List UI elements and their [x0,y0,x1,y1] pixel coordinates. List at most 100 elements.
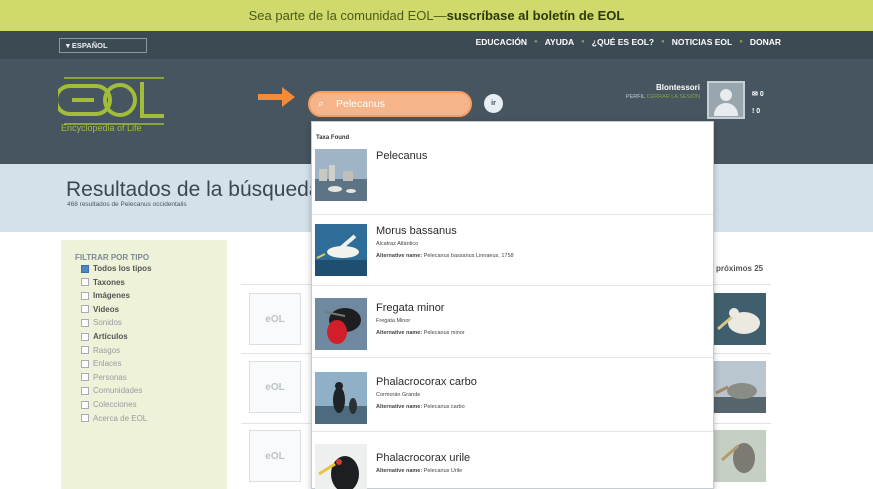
avatar[interactable] [707,81,745,119]
logout-link[interactable]: CERRAR LA SESIÓN [647,94,701,100]
filter-option[interactable]: Colecciones [81,400,137,409]
nav-links: EDUCACIÓN ● AYUDA ● ¿QUÉ ES EOL? ● NOTIC… [476,37,781,47]
alt-name-value: Pelecanus bassanus Linnaeus, 1758 [423,253,514,259]
alt-name-label: Alternative name: [376,468,423,474]
filter-option[interactable]: Todos los tipos [81,264,152,273]
nav-separator: ● [534,39,538,45]
nav-link-donate[interactable]: DONAR [750,37,781,47]
suggestion-item[interactable]: Phalacrocorax urile Alternative name: Pe… [312,438,713,489]
suggestion-item[interactable]: Phalacrocorax carbo Cormorán Grande Alte… [312,364,713,432]
profile-link[interactable]: PERFIL [626,94,645,100]
filter-option[interactable]: Imágenes [81,291,130,300]
alt-name-label: Alternative name: [376,330,423,336]
filter-checkbox[interactable] [81,346,89,355]
filter-option[interactable]: Enlaces [81,359,121,368]
filter-label: Personas [93,372,127,382]
suggestion-common-name: Cormorán Grande [376,392,421,398]
search-value[interactable]: Pelecanus [336,98,385,110]
user-name[interactable]: Blontessori [580,83,700,92]
nav-link-education[interactable]: EDUCACIÓN [476,37,527,47]
filter-label: Videos [93,304,120,314]
language-selector[interactable]: ▾ ESPAÑOL [59,38,147,53]
suggestion-alt-name: Alternative name: Pelecanus minor [376,330,465,336]
alt-name-value: Pelecanus carbo [423,404,465,410]
filter-option[interactable]: Sonidos [81,318,122,327]
filter-checkbox[interactable] [81,305,89,314]
suggestion-name: Phalacrocorax carbo [376,376,477,388]
filter-option[interactable]: Comunidades [81,386,142,395]
suggestion-item[interactable]: Pelecanus [312,145,713,207]
next-page-link[interactable]: próximos 25 [716,264,763,273]
result-placeholder-logo[interactable]: eOL [249,361,301,413]
filter-label: Enlaces [93,359,122,369]
search-button[interactable]: ir [484,94,503,113]
suggestion-alt-name: Alternative name: Pelecanus bassanus Lin… [376,253,514,259]
filter-label: Colecciones [93,400,137,409]
alt-name-label: Alternative name: [376,253,423,259]
newsletter-link[interactable]: suscríbase al boletín de EOL [447,8,625,23]
suggestion-common-name: Fregata Minor [376,318,411,324]
filter-option[interactable]: Videos [81,305,119,314]
nav-link-news[interactable]: NOTICIAS EOL [672,37,732,47]
filter-checkbox[interactable] [81,291,89,300]
search-autocomplete-dropdown: Taxa Found Pelecanus Morus bassanus Alca… [311,121,714,489]
alt-name-value: Pelecanus Urile [423,468,463,474]
filter-checkbox[interactable] [81,414,89,423]
results-count: 468 resultados de Pelecanus occidentalis [67,201,187,208]
suggestion-thumbnail [315,298,367,350]
nav-link-about[interactable]: ¿QUÉ ES EOL? [592,37,654,47]
filter-checkbox[interactable] [81,400,89,409]
filter-checkbox[interactable] [81,318,89,327]
suggestion-name: Morus bassanus [376,225,457,237]
top-navigation: ▾ ESPAÑOL EDUCACIÓN ● AYUDA ● ¿QUÉ ES EO… [0,31,873,59]
filter-checkbox[interactable] [81,373,89,382]
filter-label: Taxones [93,277,125,287]
filter-checkbox[interactable] [81,278,89,287]
result-thumbnail[interactable] [714,430,766,482]
alerts-count[interactable]: ! 0 [752,103,764,120]
filter-checkbox[interactable] [81,386,89,395]
filter-option[interactable]: Taxones [81,278,125,287]
filter-option[interactable]: Personas [81,373,127,382]
eol-logo[interactable] [58,74,168,146]
filter-label: Artículos [93,332,128,341]
nav-link-help[interactable]: AYUDA [545,37,574,47]
nav-separator: ● [739,39,743,45]
dropdown-section-title: Taxa Found [316,135,350,141]
divider [312,214,713,215]
suggestion-thumbnail [315,149,367,201]
suggestion-name: Pelecanus [376,150,428,162]
filter-label: Acerca de EOL [93,413,148,423]
suggestion-thumbnail [315,372,367,424]
page-title: Resultados de la búsqueda [66,178,321,201]
filter-label: Comunidades [93,386,143,396]
search-input[interactable]: ⌕ Pelecanus [308,91,472,117]
suggestion-item[interactable]: Morus bassanus Alcatraz Atlántico Altern… [312,220,713,286]
logo-tagline: Encyclopedia of Life [61,123,142,133]
filter-option[interactable]: Rasgos [81,346,120,355]
filter-checkbox[interactable] [81,264,89,273]
suggestion-thumbnail [315,224,367,276]
messages-count[interactable]: ✉ 0 [752,86,764,103]
filter-panel: FILTRAR POR TIPO Todos los tipos Taxones I… [61,240,227,489]
result-thumbnail[interactable] [714,293,766,345]
suggestion-item[interactable]: Fregata minor Fregata Minor Alternative … [312,292,713,358]
filter-option[interactable]: Artículos [81,332,128,341]
newsletter-banner[interactable]: Sea parte de la comunidad EOL—suscríbase… [0,0,873,31]
comment-icon: ✉ [752,91,758,98]
alt-name-value: Pelecanus minor [423,330,465,336]
suggestion-common-name: Alcatraz Atlántico [376,241,419,247]
result-placeholder-logo[interactable]: eOL [249,430,301,482]
result-placeholder-logo[interactable]: eOL [249,293,301,345]
suggestion-thumbnail [315,444,367,489]
user-info: Blontessori PERFIL CERRAR LA SESIÓN [580,83,700,100]
arrow-right-icon [258,87,295,107]
messages-count-value: 0 [759,91,764,98]
user-links: PERFIL CERRAR LA SESIÓN [580,94,700,100]
filter-checkbox[interactable] [81,332,89,341]
filter-label: Todos los tipos [93,264,152,273]
search-icon: ⌕ [318,98,325,110]
filter-option[interactable]: Acerca de EOL [81,414,147,423]
result-thumbnail[interactable] [714,361,766,413]
filter-checkbox[interactable] [81,359,89,368]
